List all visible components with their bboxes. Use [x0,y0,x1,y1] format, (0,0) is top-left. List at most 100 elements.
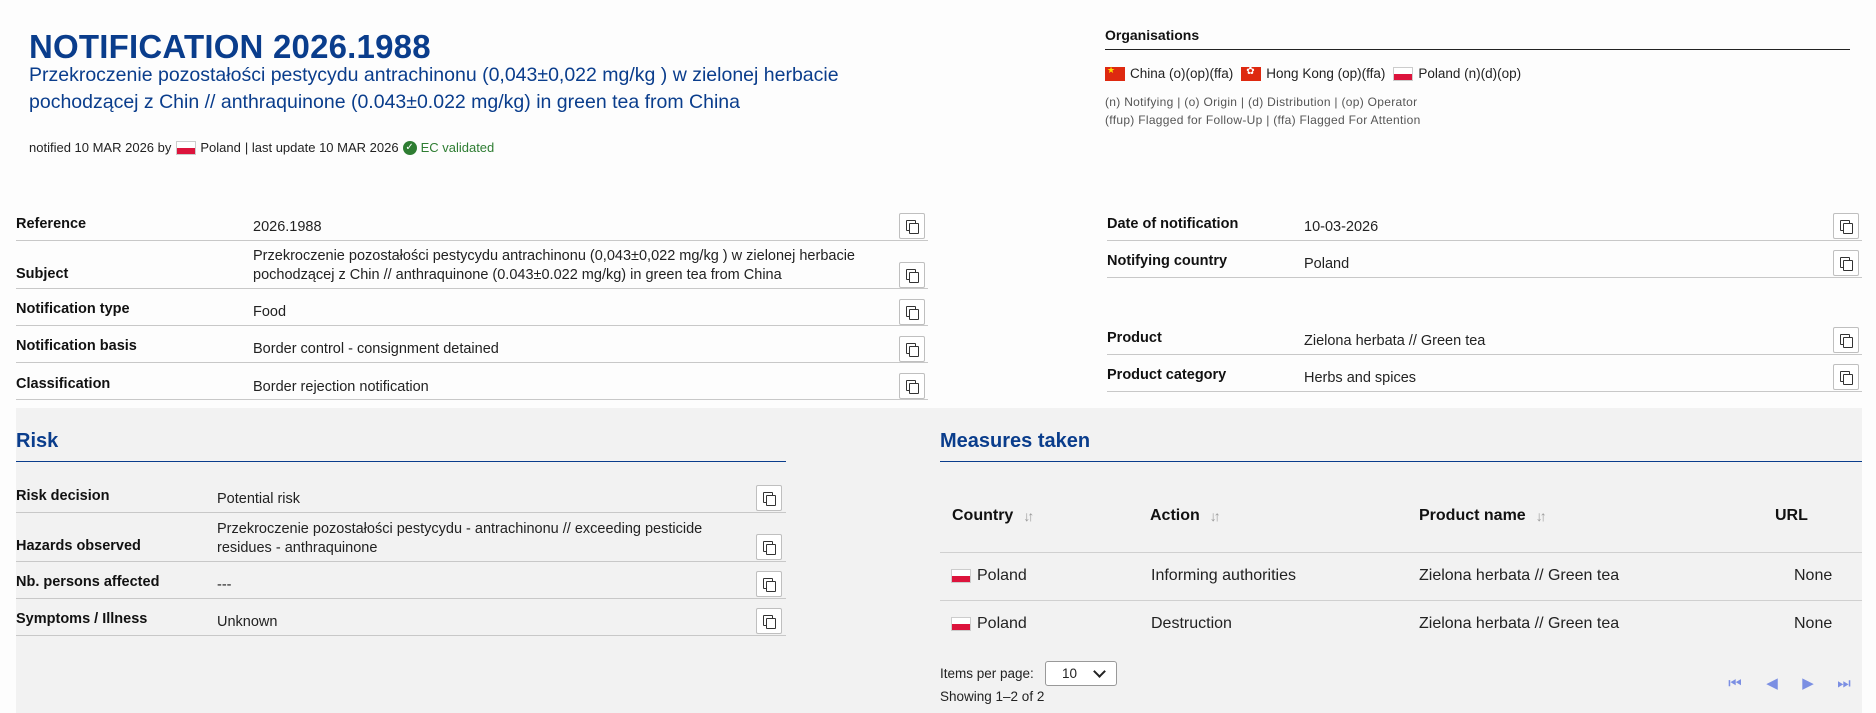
risk-value: Potential risk [217,491,301,507]
items-per-page-select[interactable]: 10 [1045,661,1117,686]
column-header-label: URL [1775,507,1808,524]
detail-row-notification-type: Notification type Food [16,297,928,326]
risk-value: Przekroczenie pozostałości pestycydu - a… [217,521,703,556]
risk-row-decision: Risk decision Potential risk [16,486,786,513]
copy-button[interactable] [899,213,925,239]
detail-value: Poland [1304,256,1350,272]
organisation-item-hong-kong: Hong Kong (op)(ffa) [1241,66,1385,81]
risk-label: Risk decision [16,488,110,504]
last-update: | last update 10 MAR 2026 [244,140,399,155]
table-cell-product: Zielona herbata // Green tea [1419,615,1620,632]
detail-value: Przekroczenie pozostałości pestycydu ant… [253,248,855,283]
detail-value: Border rejection notification [253,379,429,395]
table-cell-product: Zielona herbata // Green tea [1419,567,1620,584]
last-page-icon[interactable]: ⏭ [1835,675,1853,692]
pagination-status: Showing 1–2 of 2 [940,689,1045,704]
flag-poland-icon [176,140,197,155]
detail-row-subject: Subject Przekroczenie pozostałości pesty… [16,244,928,289]
copy-button[interactable] [899,336,925,362]
copy-button[interactable] [899,299,925,325]
organisations-title: Organisations [1105,27,1200,43]
table-divider [940,552,1862,553]
column-header-label: Action [1150,507,1200,524]
copy-icon [1840,256,1853,271]
column-header-country[interactable]: Country ↓↑ [952,507,1034,525]
copy-icon [906,305,919,320]
first-page-icon[interactable]: ⏮ [1726,675,1744,692]
copy-button[interactable] [1833,213,1859,239]
detail-row-reference: Reference 2026.1988 [16,214,928,241]
organisations-legend-roles: (n) Notifying | (o) Origin | (d) Distrib… [1105,95,1418,109]
measures-section-title: Measures taken [940,430,1091,452]
copy-button[interactable] [1833,364,1859,390]
copy-icon [763,614,776,629]
detail-row-product: Product Zielona herbata // Green tea [1107,328,1862,355]
table-row-divider [940,600,1862,601]
copy-icon [1840,333,1853,348]
risk-section-divider [16,461,786,462]
detail-row-notification-basis: Notification basis Border control - cons… [16,334,928,363]
table-cell-action: Informing authorities [1151,567,1296,584]
organisations-legend-flags: (ffup) Flagged for Follow-Up | (ffa) Fla… [1105,113,1421,127]
detail-row-notifying-country: Notifying country Poland [1107,251,1862,278]
risk-label: Nb. persons affected [16,574,160,590]
flag-poland-icon [951,569,971,583]
column-header-label: Product name [1419,507,1526,524]
sort-icon[interactable]: ↓↑ [1210,508,1221,524]
copy-icon [906,268,919,283]
table-cell-url: None [1794,567,1833,584]
copy-icon [763,577,776,592]
detail-label: Subject [16,266,69,282]
check-circle-icon: ✓ [402,140,417,155]
cell-text: Poland [977,615,1027,632]
risk-value: --- [217,577,232,593]
organisation-item-poland: Poland (n)(d)(op) [1393,66,1521,81]
table-cell-country: Poland [951,567,1027,585]
copy-button[interactable] [756,608,782,634]
copy-icon [1840,370,1853,385]
copy-button[interactable] [1833,250,1859,276]
organisation-item-china: China (o)(op)(ffa) [1105,65,1233,81]
detail-row-date-of-notification: Date of notification 10-03-2026 [1107,214,1862,241]
flag-poland-icon [1393,66,1414,81]
sort-icon[interactable]: ↓↑ [1536,508,1547,524]
flag-poland-icon [951,617,971,631]
notification-title: NOTIFICATION 2026.1988 [29,28,431,65]
copy-button[interactable] [756,485,782,511]
copy-icon [1840,219,1853,234]
copy-button[interactable] [899,262,925,288]
organisations-divider [1105,49,1850,50]
detail-value: Zielona herbata // Green tea [1304,333,1486,349]
column-header-url: URL [1775,507,1808,525]
copy-button[interactable] [1833,327,1859,353]
notification-subtitle: Przekroczenie pozostałości pestycydu ant… [29,64,839,113]
risk-label: Symptoms / Illness [16,611,148,627]
copy-button[interactable] [756,534,782,560]
column-header-action[interactable]: Action ↓↑ [1150,507,1221,525]
detail-value: Border control - consignment detained [253,341,499,357]
organisation-label: Poland (n)(d)(op) [1418,66,1522,81]
previous-page-icon[interactable]: ◀ [1763,675,1781,692]
detail-value: 2026.1988 [253,219,322,235]
table-cell-action: Destruction [1151,615,1232,632]
notified-line: notified 10 MAR 2026 by Poland | last up… [29,140,494,155]
flag-china-icon [1105,65,1125,81]
detail-value: Food [253,304,287,320]
detail-row-classification: Classification Border rejection notifica… [16,371,928,400]
sort-icon[interactable]: ↓↑ [1023,508,1034,524]
measures-section-divider [940,461,1862,462]
detail-label: Product [1107,330,1162,346]
detail-row-product-category: Product category Herbs and spices [1107,365,1862,392]
table-cell-country: Poland [951,615,1027,633]
risk-row-persons-affected: Nb. persons affected --- [16,572,786,599]
next-page-icon[interactable]: ▶ [1799,675,1817,692]
flag-hong-kong-icon [1241,66,1262,81]
chevron-down-icon [1093,665,1106,678]
organisation-label: Hong Kong (op)(ffa) [1266,66,1386,81]
table-cell-url: None [1794,615,1833,632]
copy-button[interactable] [756,571,782,597]
copy-button[interactable] [899,373,925,399]
detail-label: Product category [1107,367,1227,383]
column-header-product-name[interactable]: Product name ↓↑ [1419,507,1547,525]
detail-label: Notifying country [1107,253,1228,269]
